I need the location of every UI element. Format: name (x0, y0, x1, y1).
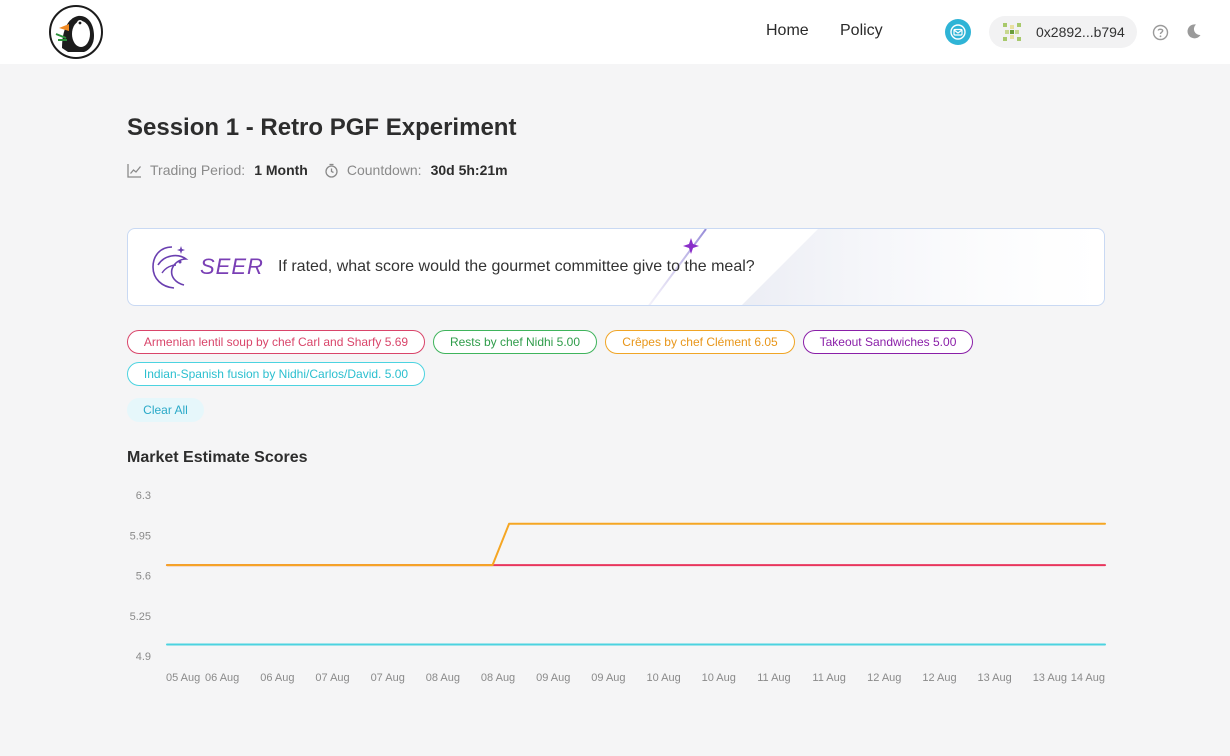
x-tick-label: 13 Aug (978, 672, 1012, 684)
trading-period-label: Trading Period: (150, 162, 246, 178)
filter-chip-crepes[interactable]: Crêpes by chef Clément 6.05 (605, 330, 795, 354)
x-tick-label: 08 Aug (426, 672, 460, 684)
question-text: If rated, what score would the gourmet c… (278, 258, 755, 275)
y-tick-label: 5.25 (130, 611, 151, 623)
x-tick-label: 14 Aug (1071, 672, 1105, 684)
moon-icon[interactable] (1185, 23, 1202, 40)
x-tick-label: 05 Aug (166, 672, 200, 684)
chart-title: Market Estimate Scores (127, 449, 308, 466)
x-tick-label: 11 Aug (812, 672, 845, 684)
y-tick-label: 6.3 (136, 490, 151, 502)
puffin-logo-icon[interactable] (48, 4, 104, 60)
y-tick-label: 5.6 (136, 571, 151, 583)
filter-chip-armenian-soup[interactable]: Armenian lentil soup by chef Carl and Sh… (127, 330, 425, 354)
seer-logo: SEER (150, 243, 264, 291)
mail-icon (950, 24, 966, 40)
x-tick-label: 07 Aug (371, 672, 405, 684)
x-tick-label: 09 Aug (591, 672, 625, 684)
x-tick-label: 12 Aug (867, 672, 901, 684)
x-tick-label: 10 Aug (646, 672, 680, 684)
filter-chip-rests[interactable]: Rests by chef Nidhi 5.00 (433, 330, 597, 354)
question-card: SEER If rated, what score would the gour… (127, 228, 1105, 306)
wallet-address: 0x2892...b794 (1036, 24, 1125, 40)
x-tick-label: 11 Aug (757, 672, 790, 684)
x-tick-label: 13 Aug (1033, 672, 1067, 684)
page-title: Session 1 - Retro PGF Experiment (127, 114, 517, 141)
seer-bird-icon (152, 246, 189, 289)
countdown-label: Countdown: (346, 162, 422, 178)
x-tick-label: 08 Aug (481, 672, 515, 684)
y-tick-label: 5.95 (130, 530, 151, 542)
wallet-avatar-icon (1003, 23, 1021, 41)
x-tick-label: 09 Aug (536, 672, 570, 684)
top-navbar: Home Policy 0x2892...b794 (0, 0, 1230, 64)
countdown-value: 30d 5h:21m (430, 162, 508, 178)
help-icon[interactable] (1152, 24, 1169, 41)
x-tick-label: 06 Aug (205, 672, 239, 684)
nav-home-link[interactable]: Home (766, 22, 809, 40)
trading-period-value: 1 Month (254, 162, 308, 178)
series-line[interactable] (166, 522, 1106, 567)
x-tick-label: 12 Aug (922, 672, 956, 684)
nav-policy-link[interactable]: Policy (840, 22, 883, 40)
x-tick-label: 10 Aug (702, 672, 736, 684)
x-tick-label: 06 Aug (260, 672, 294, 684)
seer-wordmark: SEER (200, 254, 264, 279)
filter-chip-indian-spanish[interactable]: Indian-Spanish fusion by Nidhi/Carlos/Da… (127, 362, 425, 386)
market-estimate-chart[interactable]: 6.3 5.95 5.6 5.25 4.9 05 Aug 06 Aug 06 Aug 07 Au… (0, 480, 1230, 690)
line-chart-icon (127, 163, 142, 178)
timer-icon (325, 163, 338, 178)
y-tick-label: 4.9 (136, 651, 151, 663)
x-tick-label: 07 Aug (315, 672, 349, 684)
session-meta: Trading Period: 1 Month Countdown: 30d 5… (127, 161, 508, 179)
wallet-button[interactable]: 0x2892...b794 (989, 16, 1137, 48)
filter-chip-takeout-sandwiches[interactable]: Takeout Sandwiches 5.00 (803, 330, 973, 354)
clear-all-button[interactable]: Clear All (127, 398, 204, 422)
mail-button[interactable] (945, 19, 971, 45)
